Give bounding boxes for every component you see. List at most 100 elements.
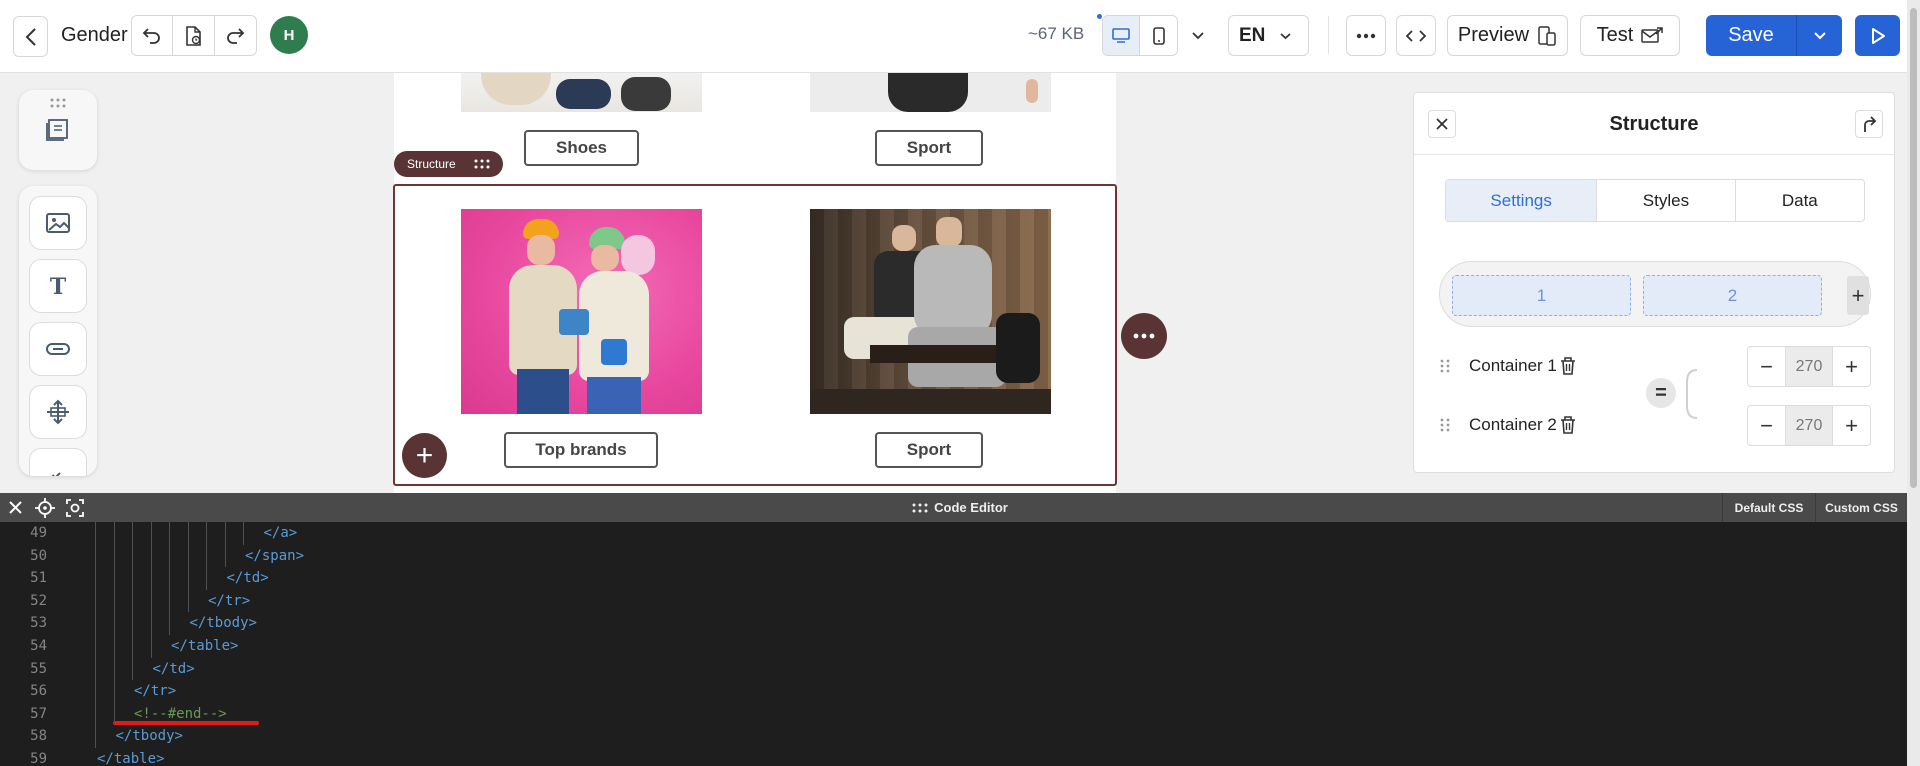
- preview-button[interactable]: Preview: [1447, 15, 1568, 56]
- mobile-view-button[interactable]: [1140, 16, 1177, 55]
- code-line[interactable]: 57 <!--#end-->: [0, 702, 1910, 726]
- avatar[interactable]: H: [270, 16, 308, 54]
- decrement-button[interactable]: −: [1748, 347, 1785, 386]
- code-text: </td>: [226, 570, 269, 587]
- chevron-left-icon: [25, 27, 36, 46]
- social-block-button[interactable]: [29, 448, 87, 476]
- save-button[interactable]: Save: [1706, 15, 1796, 56]
- selected-structure-outline[interactable]: [393, 184, 1117, 486]
- container-label: Container 1: [1469, 356, 1557, 375]
- undo-button[interactable]: [132, 16, 174, 55]
- indent-guide: [113, 522, 115, 545]
- send-button[interactable]: [1855, 15, 1900, 56]
- blocks-panel-toggle[interactable]: [19, 90, 97, 170]
- indent-guide: [132, 544, 133, 568]
- drag-handle-icon[interactable]: [474, 159, 490, 169]
- indent-guide: [224, 522, 226, 545]
- code-view-button[interactable]: [1396, 15, 1436, 56]
- increment-button[interactable]: +: [1833, 406, 1870, 445]
- trash-icon[interactable]: [1559, 415, 1577, 435]
- code-text: </tr>: [134, 683, 177, 700]
- back-button[interactable]: [13, 16, 48, 57]
- structure-tag[interactable]: Structure: [394, 151, 503, 177]
- container-width-value[interactable]: 270: [1785, 406, 1833, 445]
- indent-guide: [113, 567, 115, 590]
- desktop-view-button[interactable]: [1103, 16, 1141, 55]
- device-toggle: [1102, 15, 1178, 56]
- drag-handle-icon[interactable]: [912, 503, 928, 513]
- tab-styles[interactable]: Styles: [1597, 180, 1736, 221]
- category-button-shoes[interactable]: Shoes: [524, 130, 639, 166]
- email-title: Gender: [61, 24, 128, 46]
- code-line[interactable]: 55 </td>: [0, 657, 1910, 681]
- language-select[interactable]: EN: [1228, 15, 1309, 56]
- code-line[interactable]: 49 </a>: [0, 522, 1910, 545]
- code-editor[interactable]: 49 </a> 50 </span> 51 </td> 52 </tr> 53 </tbody> 5…: [0, 522, 1920, 766]
- scrollbar-thumb[interactable]: [1910, 8, 1917, 488]
- lock-widths-toggle[interactable]: =: [1646, 378, 1676, 408]
- more-options-button[interactable]: [1346, 15, 1386, 56]
- default-css-tab[interactable]: Default CSS: [1722, 493, 1815, 522]
- code-line[interactable]: 59 </table>: [0, 748, 1910, 766]
- device-dropdown-button[interactable]: [1183, 15, 1213, 56]
- chevron-down-icon: [1280, 32, 1292, 39]
- add-column-button[interactable]: +: [1847, 276, 1869, 315]
- indent-guide: [95, 702, 96, 726]
- test-email-button[interactable]: Test: [1580, 15, 1680, 56]
- code-line[interactable]: 51 </td>: [0, 567, 1910, 590]
- version-history-button[interactable]: [173, 16, 215, 55]
- code-line[interactable]: 58 </tbody>: [0, 725, 1910, 748]
- indent-guide: [224, 544, 226, 568]
- container-row-2: Container 2: [1439, 410, 1577, 440]
- page-scrollbar[interactable]: [1907, 0, 1920, 766]
- code-text: </tr>: [208, 592, 251, 609]
- container-width-value[interactable]: 270: [1785, 347, 1833, 386]
- structure-settings-panel: Structure Settings Styles Data 1 2 + Con…: [1413, 92, 1895, 473]
- image-icon: [46, 213, 70, 233]
- structure-tag-label: Structure: [407, 157, 456, 171]
- tab-settings[interactable]: Settings: [1446, 180, 1598, 221]
- increment-button[interactable]: +: [1833, 347, 1870, 386]
- undo-icon: [142, 27, 160, 44]
- redo-icon: [227, 27, 245, 44]
- code-line[interactable]: 54 </table>: [0, 635, 1910, 658]
- desktop-icon: [1112, 27, 1130, 43]
- category-button-sport[interactable]: Sport: [875, 130, 983, 166]
- column-2[interactable]: 2: [1643, 275, 1822, 316]
- spacer-block-button[interactable]: [29, 385, 87, 439]
- more-horizontal-icon: [1356, 33, 1376, 38]
- tab-data[interactable]: Data: [1736, 180, 1864, 221]
- code-line[interactable]: 50 </span>: [0, 544, 1910, 568]
- indent-guide: [150, 612, 152, 635]
- container-label: Container 2: [1469, 415, 1557, 434]
- code-line[interactable]: 56 </tr>: [0, 680, 1910, 703]
- button-block-button[interactable]: [29, 322, 87, 376]
- indent-guide: [206, 544, 207, 568]
- indent-guide: [113, 589, 115, 613]
- indent-guide: [169, 522, 170, 545]
- select-parent-button[interactable]: [1855, 110, 1883, 138]
- save-button-group: Save: [1706, 15, 1842, 56]
- line-number: 52: [30, 592, 47, 609]
- indent-guide: [113, 544, 115, 568]
- container-width-stepper: − 270 +: [1747, 405, 1871, 446]
- drag-handle-icon[interactable]: [1439, 359, 1455, 373]
- sport-photo-top[interactable]: [810, 73, 1051, 112]
- drag-handle-icon[interactable]: [1439, 418, 1455, 432]
- save-dropdown-button[interactable]: [1796, 15, 1842, 56]
- image-block-button[interactable]: [29, 196, 87, 250]
- trash-icon[interactable]: [1559, 356, 1577, 376]
- column-1[interactable]: 1: [1452, 275, 1631, 316]
- decrement-button[interactable]: −: [1748, 406, 1785, 445]
- indent-guide: [150, 589, 152, 613]
- redo-button[interactable]: [215, 16, 256, 55]
- text-block-button[interactable]: T: [29, 259, 87, 313]
- add-block-button[interactable]: +: [402, 433, 447, 478]
- shoes-photo[interactable]: [461, 73, 702, 112]
- code-line[interactable]: 53 </tbody>: [0, 612, 1910, 635]
- code-line[interactable]: 52 </tr>: [0, 589, 1910, 613]
- highlight-underline: [113, 721, 259, 725]
- indent-guide: [150, 567, 152, 590]
- structure-more-button[interactable]: [1121, 313, 1167, 359]
- custom-css-tab[interactable]: Custom CSS: [1815, 493, 1907, 522]
